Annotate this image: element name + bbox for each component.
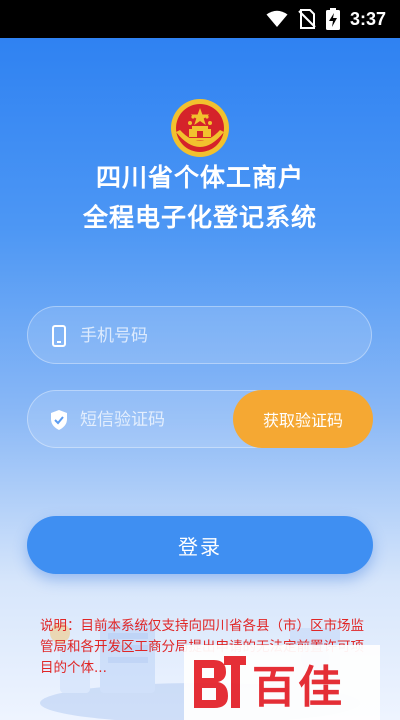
battery-charging-icon <box>325 8 340 30</box>
status-bar: 3:37 <box>0 0 400 38</box>
page-title-line2: 全程电子化登记系统 <box>82 203 317 232</box>
phone-field[interactable] <box>27 306 372 365</box>
sms-code-input[interactable] <box>78 391 187 449</box>
watermark: 百佳 <box>184 645 380 720</box>
get-code-button[interactable]: 获取验证码 <box>233 390 373 448</box>
phone-icon <box>52 325 66 347</box>
shield-check-icon <box>51 410 67 430</box>
national-emblem-icon <box>171 99 229 157</box>
no-sim-icon <box>298 9 316 29</box>
watermark-text: 百佳 <box>252 661 344 713</box>
phone-input[interactable] <box>78 307 352 365</box>
page-title-line1: 四川省个体工商户 <box>95 163 304 192</box>
login-button[interactable]: 登录 <box>27 516 373 574</box>
login-screen: 四川省个体工商户 全程电子化登记系统 获取验证码 登录 说明：目前本系统仅支持向… <box>0 38 400 720</box>
wifi-icon <box>266 10 288 27</box>
status-time: 3:37 <box>349 8 386 29</box>
watermark-logo-icon <box>194 655 246 708</box>
